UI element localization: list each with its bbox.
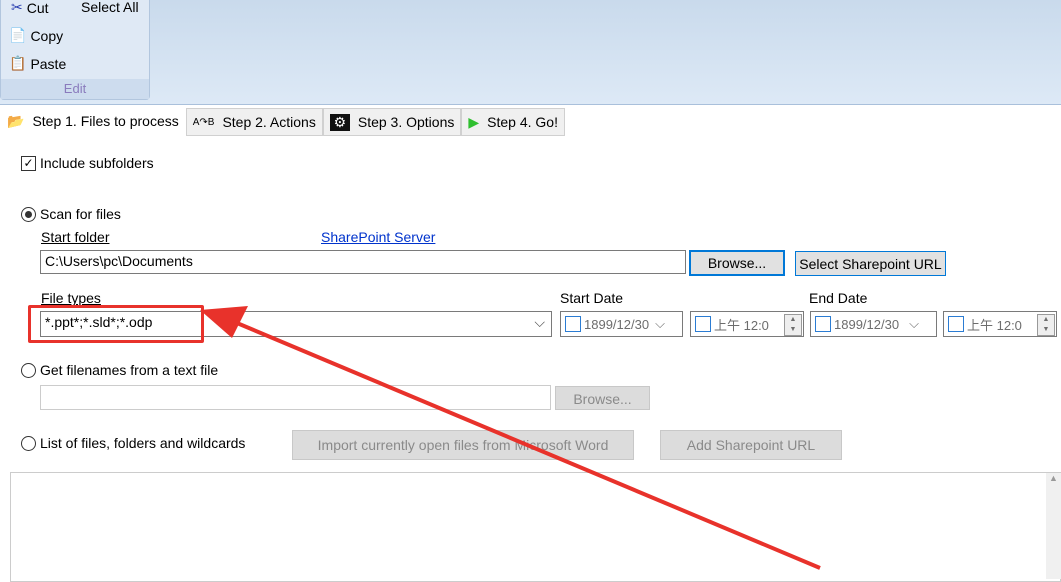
red-arrow-annotation xyxy=(200,306,821,570)
